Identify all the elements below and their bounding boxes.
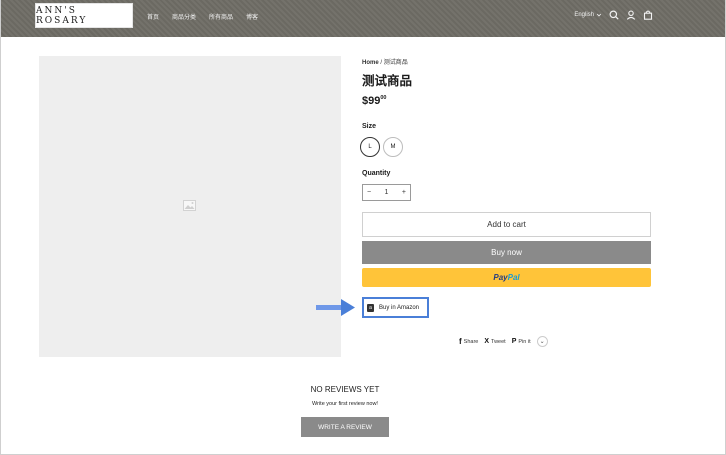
pointer-arrow-icon <box>316 299 355 316</box>
language-label: English <box>574 12 594 18</box>
account-icon[interactable] <box>626 10 636 20</box>
store-logo[interactable]: ANN'S ROSARY <box>35 3 133 28</box>
reviews-subtitle: Write your first review now! <box>312 401 378 407</box>
header-actions: English <box>574 10 653 20</box>
quantity-label: Quantity <box>362 170 391 177</box>
add-to-cart-button[interactable]: Add to cart <box>362 212 651 237</box>
breadcrumb-current: 测试商品 <box>383 60 408 66</box>
buy-now-label: Buy now <box>491 248 522 257</box>
paypal-logo-pal: Pal <box>507 273 520 282</box>
quantity-decrease-button[interactable]: − <box>367 189 371 196</box>
product-price: $9900 <box>362 95 386 107</box>
paypal-button[interactable]: Pay Pal <box>362 268 651 287</box>
size-option-l[interactable]: L <box>360 137 380 157</box>
buy-in-amazon-button[interactable]: a Buy in Amazon <box>362 297 429 318</box>
buy-in-amazon-label: Buy in Amazon <box>379 304 420 311</box>
cart-icon[interactable] <box>643 10 653 20</box>
breadcrumb: Home / 测试商品 <box>362 57 408 66</box>
size-option-label: L <box>368 144 372 150</box>
language-selector[interactable]: English <box>574 12 602 18</box>
facebook-icon: f <box>459 337 462 346</box>
nav-item-home[interactable]: 首页 <box>147 12 159 21</box>
price-cents: 00 <box>380 95 387 101</box>
write-review-button[interactable]: WRITE A REVIEW <box>301 417 389 437</box>
breadcrumb-home[interactable]: Home <box>362 60 379 66</box>
buy-now-button[interactable]: Buy now <box>362 241 651 264</box>
size-label: Size <box>362 123 377 130</box>
nav-item-blog[interactable]: 博客 <box>246 12 258 21</box>
size-option-label: M <box>390 144 396 150</box>
x-twitter-icon: X <box>484 338 490 345</box>
share-label: Share <box>463 338 479 345</box>
logo-text: ANN'S ROSARY <box>36 5 88 26</box>
nav-item-all-products[interactable]: 所有商品 <box>209 12 233 21</box>
quantity-increase-button[interactable]: + <box>402 189 406 196</box>
pinterest-icon: P <box>511 338 517 345</box>
chevron-down-icon <box>596 12 602 18</box>
add-to-cart-label: Add to cart <box>487 220 526 229</box>
image-placeholder-icon <box>183 200 196 211</box>
quantity-stepper: − 1 + <box>362 184 411 201</box>
main-nav: 首页 商品分类 所有商品 博客 <box>147 12 258 21</box>
size-option-m[interactable]: M <box>383 137 403 157</box>
share-more-button[interactable]: ⌄ <box>536 336 548 347</box>
amazon-icon: a <box>367 303 374 312</box>
product-image[interactable] <box>39 56 341 357</box>
paypal-logo-pay: Pay <box>493 273 508 282</box>
breadcrumb-separator: / <box>380 60 383 66</box>
share-twitter[interactable]: X Tweet <box>484 338 505 345</box>
search-icon[interactable] <box>609 10 619 20</box>
pin-label: Pin it <box>518 338 531 345</box>
share-bar: f Share X Tweet P Pin it ⌄ <box>459 336 548 347</box>
nav-item-categories[interactable]: 商品分类 <box>172 12 196 21</box>
share-pinterest[interactable]: P Pin it <box>512 338 531 345</box>
product-title: 测试商品 <box>362 74 413 88</box>
quantity-value[interactable]: 1 <box>385 189 389 196</box>
tweet-label: Tweet <box>491 338 506 345</box>
price-main: $99 <box>362 95 381 107</box>
write-review-label: WRITE A REVIEW <box>318 423 372 431</box>
share-facebook[interactable]: f Share <box>459 337 478 346</box>
reviews-title: NO REVIEWS YET <box>310 385 380 394</box>
site-header: ANN'S ROSARY 首页 商品分类 所有商品 博客 English <box>1 0 725 37</box>
chevron-down-icon: ⌄ <box>539 339 545 345</box>
